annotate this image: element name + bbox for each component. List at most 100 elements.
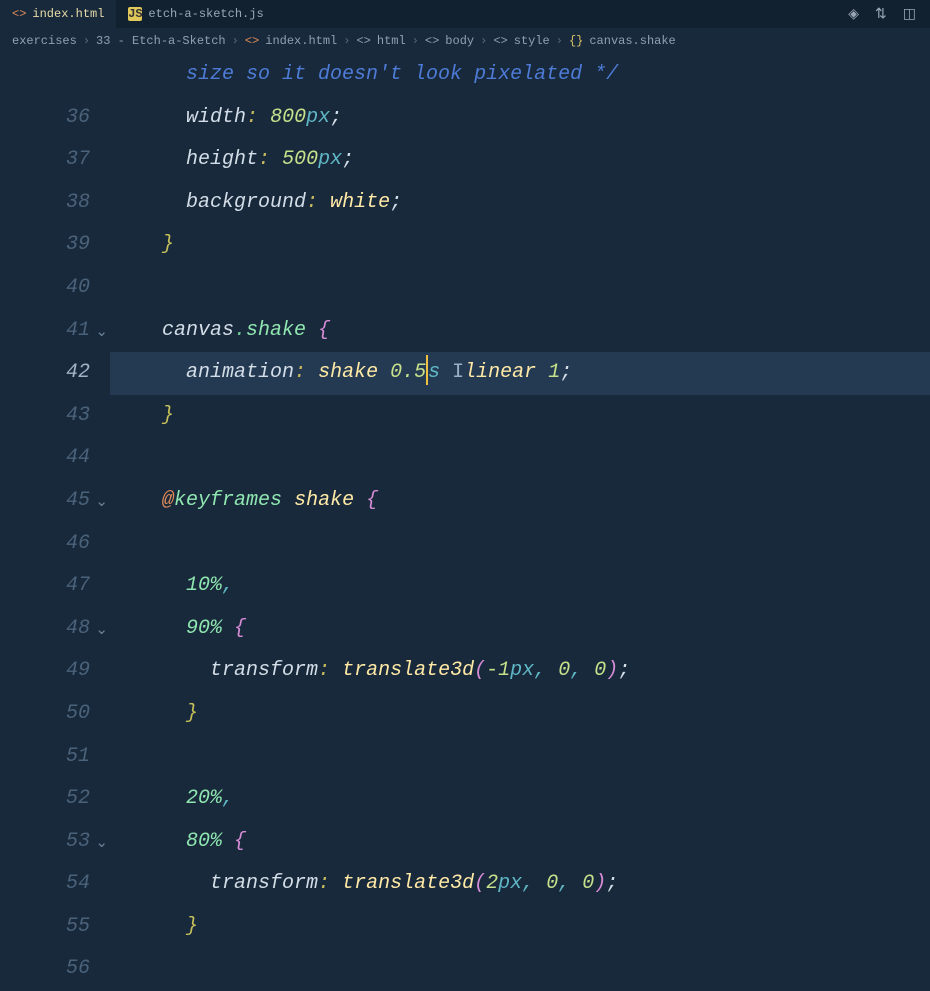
crumb[interactable]: style (514, 34, 550, 48)
code-line[interactable]: background: white; (110, 182, 930, 225)
css-unit: px (306, 106, 330, 129)
keyframe-pct: 90% (186, 617, 222, 640)
line-number: 48 (0, 608, 90, 651)
css-prop: transform (210, 872, 318, 895)
css-value: white (330, 191, 390, 214)
code-line[interactable]: canvas.shake { (110, 310, 930, 353)
breadcrumb[interactable]: exercises › 33 - Etch-a-Sketch › <> inde… (0, 28, 930, 54)
comment-text: size so it doesn't look pixelated */ (186, 63, 618, 86)
css-value: shake (318, 361, 378, 384)
tab-label: etch-a-sketch.js (148, 7, 263, 21)
tag-icon: <> (425, 34, 439, 48)
css-value: 0 (558, 659, 570, 682)
code-line[interactable]: } (110, 906, 930, 949)
css-value: 2 (486, 872, 498, 895)
line-number: 41 (0, 310, 90, 353)
code-line[interactable] (110, 267, 930, 310)
code-line[interactable]: 80% { (110, 821, 930, 864)
source-control-icon[interactable]: ◈ (848, 6, 859, 23)
css-prop: height (186, 148, 258, 171)
line-number: 39 (0, 224, 90, 267)
line-number: 44 (0, 437, 90, 480)
code-line[interactable]: height: 500px; (110, 139, 930, 182)
line-number (0, 54, 90, 97)
html-file-icon: <> (12, 7, 26, 21)
code-line[interactable] (110, 948, 930, 991)
line-number: 40 (0, 267, 90, 310)
editor[interactable]: 363738394041⌄42434445⌄464748⌄4950515253⌄… (0, 54, 930, 972)
css-value: 800 (270, 106, 306, 129)
crumb[interactable]: index.html (265, 34, 337, 48)
css-unit: px (510, 659, 534, 682)
at-rule-name: keyframes (174, 489, 282, 512)
code-line[interactable]: } (110, 395, 930, 438)
css-class: shake (246, 319, 306, 342)
keyframe-pct: 10% (186, 574, 222, 597)
code-line[interactable] (110, 736, 930, 779)
line-number: 52 (0, 778, 90, 821)
code-line[interactable] (110, 523, 930, 566)
line-number: 49 (0, 650, 90, 693)
line-number: 42 (0, 352, 90, 395)
css-prop: animation (186, 361, 294, 384)
line-number: 38 (0, 182, 90, 225)
code-line[interactable]: } (110, 224, 930, 267)
css-value: linear (464, 361, 536, 384)
split-editor-icon[interactable]: ◫ (903, 6, 916, 23)
code-line[interactable]: @keyframes shake { (110, 480, 930, 523)
css-value: 500 (282, 148, 318, 171)
tab-label: index.html (32, 7, 104, 21)
crumb[interactable]: canvas.shake (589, 34, 675, 48)
css-value: 0.5 (390, 361, 426, 384)
chevron-right-icon: › (480, 34, 487, 48)
code-line[interactable]: transform: translate3d(-1px, 0, 0); (110, 650, 930, 693)
line-number: 36 (0, 97, 90, 140)
tab-index-html[interactable]: <> index.html (0, 0, 116, 28)
compare-icon[interactable]: ⇅ (875, 6, 887, 23)
css-unit: s (428, 361, 440, 384)
code-line[interactable] (110, 437, 930, 480)
text-cursor (426, 355, 428, 385)
keyframe-pct: 20% (186, 787, 222, 810)
at-rule: @ (162, 489, 174, 512)
tab-etch-a-sketch[interactable]: JS etch-a-sketch.js (116, 0, 275, 28)
css-prop: width (186, 106, 246, 129)
code-line[interactable]: 90% { (110, 608, 930, 651)
css-value: 1 (548, 361, 560, 384)
fold-chevron-icon[interactable]: ⌄ (95, 492, 108, 511)
crumb[interactable]: exercises (12, 34, 77, 48)
crumb[interactable]: 33 - Etch-a-Sketch (96, 34, 226, 48)
code-line[interactable]: transform: translate3d(2px, 0, 0); (110, 863, 930, 906)
line-number: 43 (0, 395, 90, 438)
code-line[interactable]: } (110, 693, 930, 736)
code-line[interactable]: size so it doesn't look pixelated */ (110, 54, 930, 97)
chevron-right-icon: › (232, 34, 239, 48)
code-line[interactable]: 20%, (110, 778, 930, 821)
keyframe-pct: 80% (186, 830, 222, 853)
code-area[interactable]: size so it doesn't look pixelated */ wid… (110, 54, 930, 972)
tag-icon: <> (493, 34, 507, 48)
fold-chevron-icon[interactable]: ⌄ (95, 322, 108, 341)
line-number: 50 (0, 693, 90, 736)
editor-title-actions: ◈ ⇅ ◫ (848, 6, 930, 23)
keyframes-name: shake (294, 489, 354, 512)
css-selector: canvas (162, 319, 234, 342)
chevron-right-icon: › (343, 34, 350, 48)
code-line[interactable]: width: 800px; (110, 97, 930, 140)
css-func: translate3d (342, 659, 474, 682)
fold-chevron-icon[interactable]: ⌄ (95, 620, 108, 639)
line-number: 53 (0, 821, 90, 864)
chevron-right-icon: › (83, 34, 90, 48)
line-number: 47 (0, 565, 90, 608)
code-line[interactable]: 10%, (110, 565, 930, 608)
html-file-icon: <> (245, 34, 259, 48)
css-func: translate3d (342, 872, 474, 895)
line-number: 55 (0, 906, 90, 949)
line-number: 37 (0, 139, 90, 182)
mouse-ibeam-icon: I (452, 361, 464, 384)
crumb[interactable]: html (377, 34, 406, 48)
chevron-right-icon: › (556, 34, 563, 48)
code-line-current[interactable]: animation: shake 0.5s Ilinear 1; (110, 352, 930, 395)
crumb[interactable]: body (445, 34, 474, 48)
fold-chevron-icon[interactable]: ⌄ (95, 833, 108, 852)
